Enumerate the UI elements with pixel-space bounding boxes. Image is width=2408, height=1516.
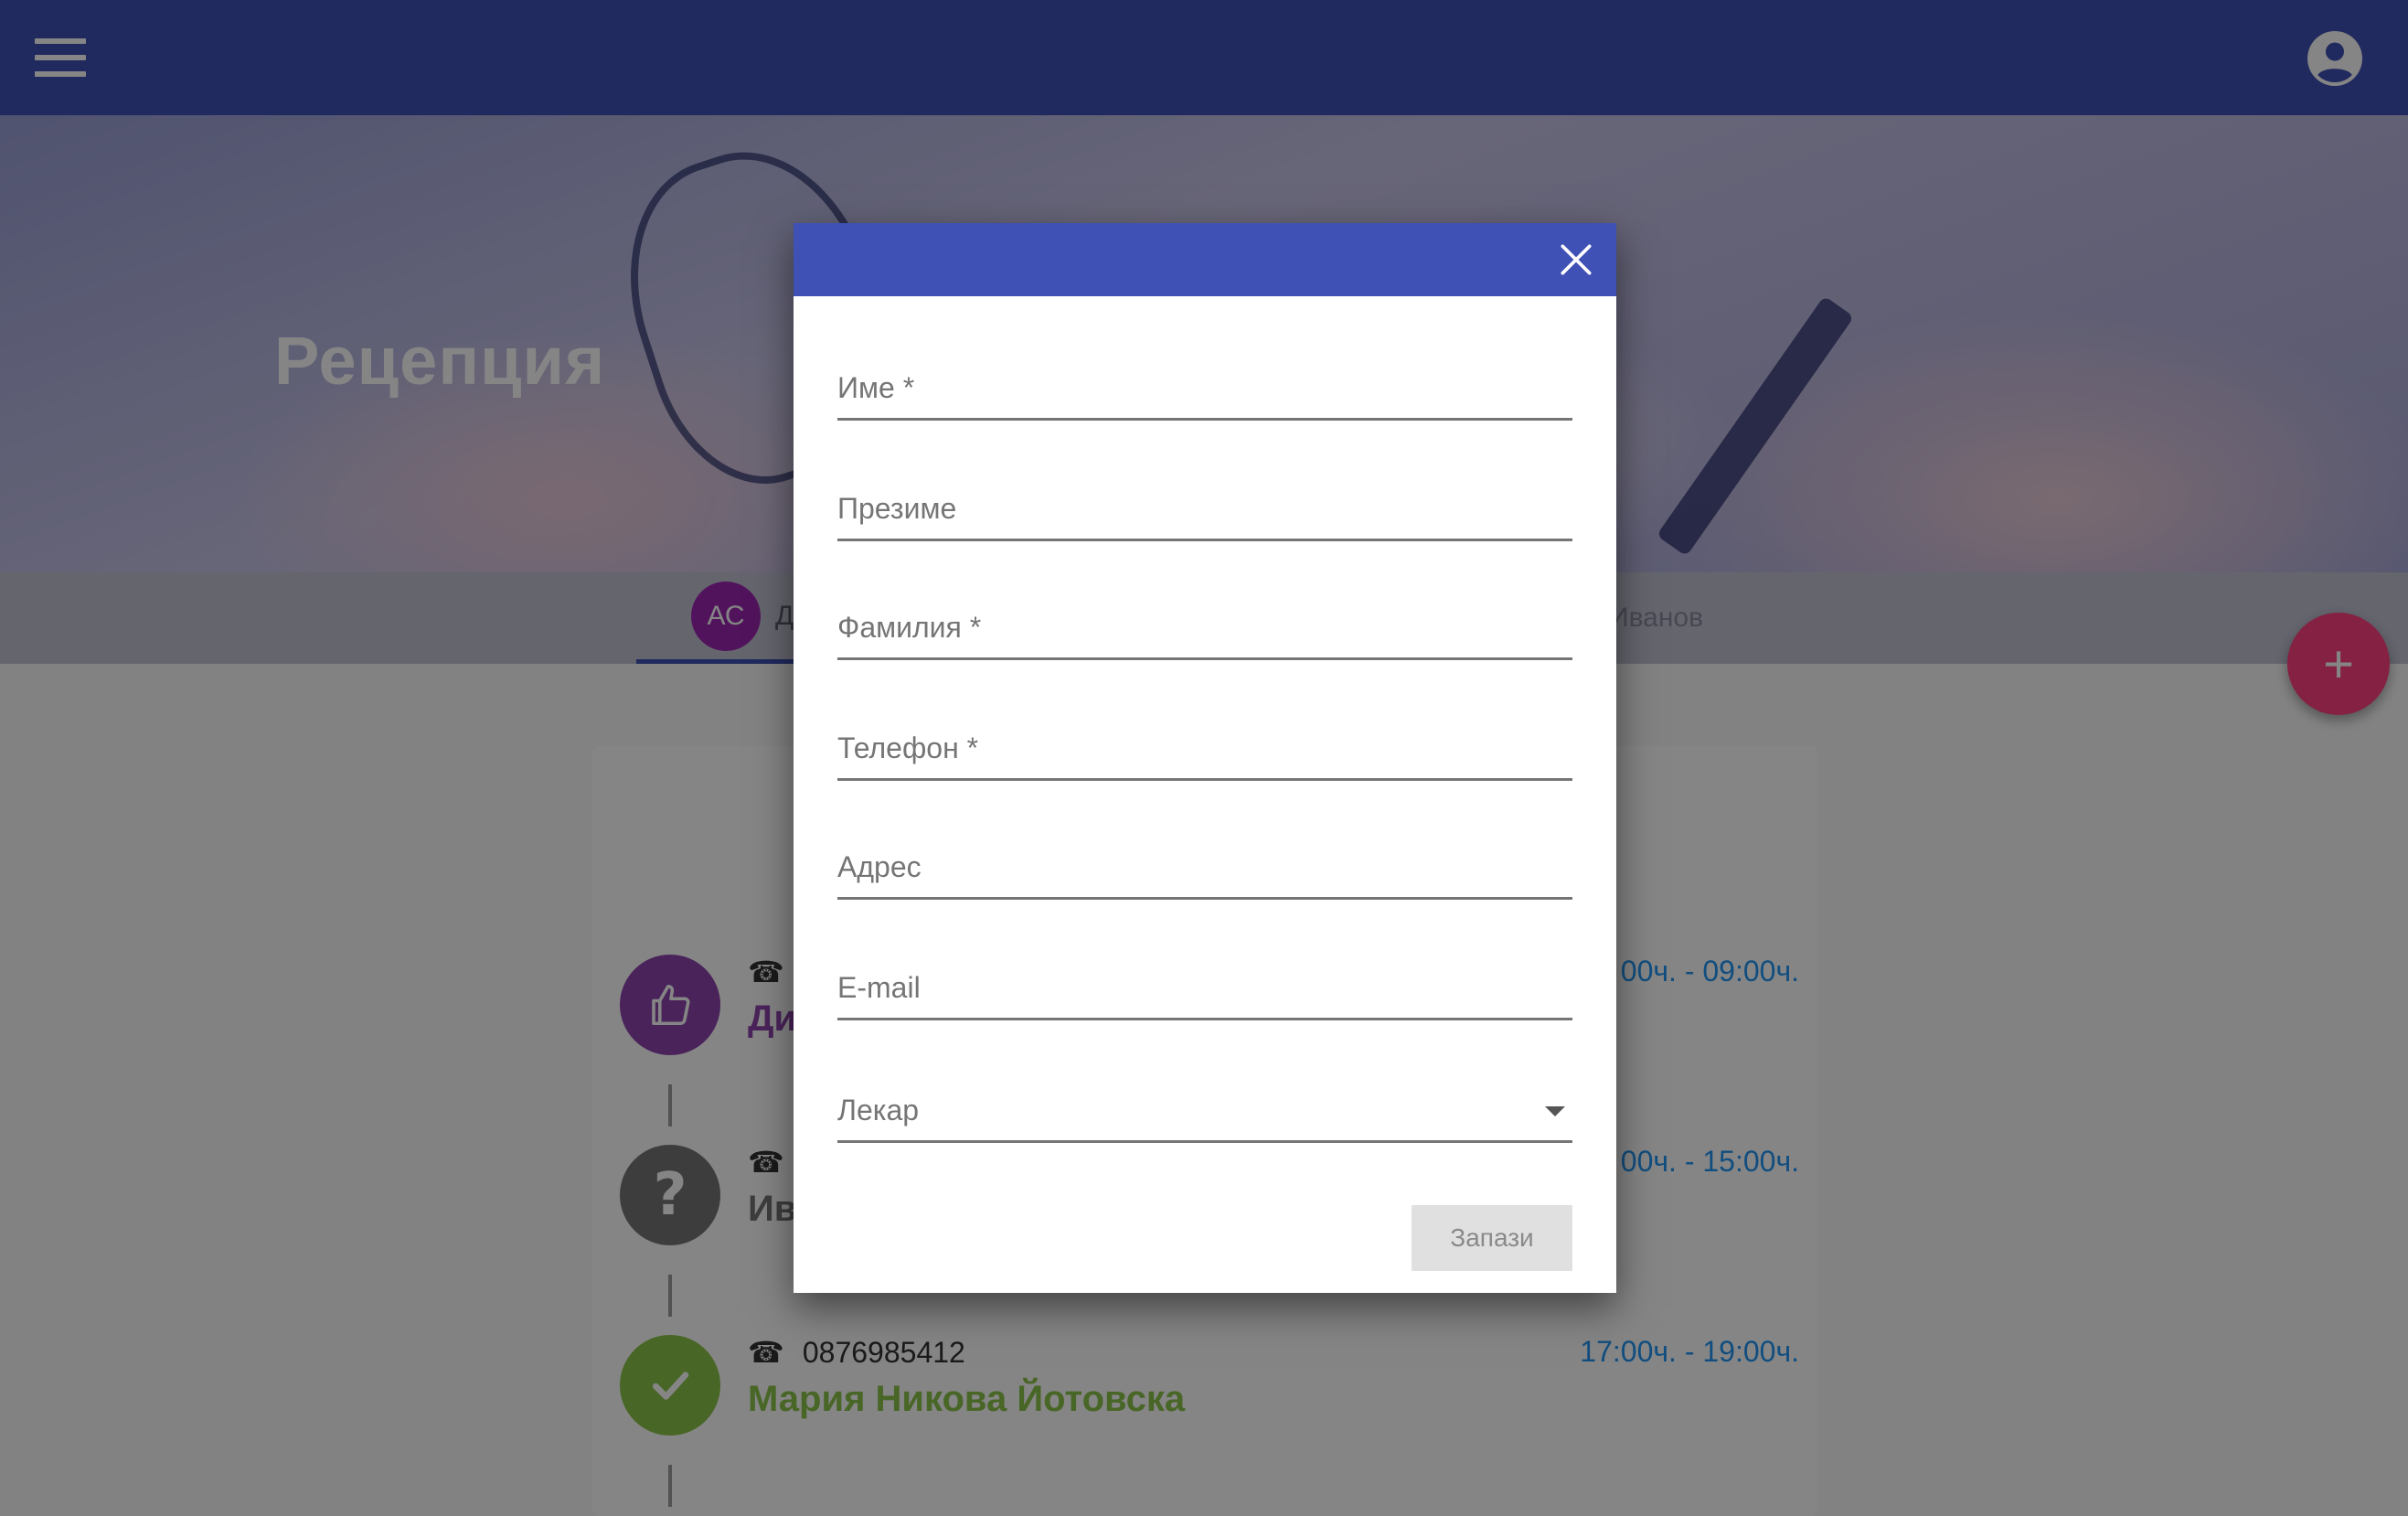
phone-input[interactable] bbox=[837, 731, 1572, 765]
address-input[interactable] bbox=[837, 850, 1572, 884]
save-button[interactable]: Запази bbox=[1412, 1205, 1572, 1271]
phone-field bbox=[837, 699, 1572, 781]
new-patient-dialog: Лекар Запази bbox=[794, 223, 1616, 1293]
dialog-header bbox=[794, 223, 1616, 296]
doctor-select-label: Лекар bbox=[837, 1094, 920, 1126]
doctor-select[interactable]: Лекар bbox=[837, 1059, 1572, 1143]
email-field bbox=[837, 938, 1572, 1020]
last-name-input[interactable] bbox=[837, 611, 1572, 645]
email-input[interactable] bbox=[837, 971, 1572, 1005]
first-name-field bbox=[837, 338, 1572, 421]
chevron-down-icon bbox=[1545, 1106, 1565, 1116]
first-name-input[interactable] bbox=[837, 371, 1572, 405]
last-name-field bbox=[837, 578, 1572, 660]
middle-name-input[interactable] bbox=[837, 492, 1572, 526]
address-field bbox=[837, 817, 1572, 900]
close-icon[interactable] bbox=[1556, 240, 1596, 280]
middle-name-field bbox=[837, 459, 1572, 541]
